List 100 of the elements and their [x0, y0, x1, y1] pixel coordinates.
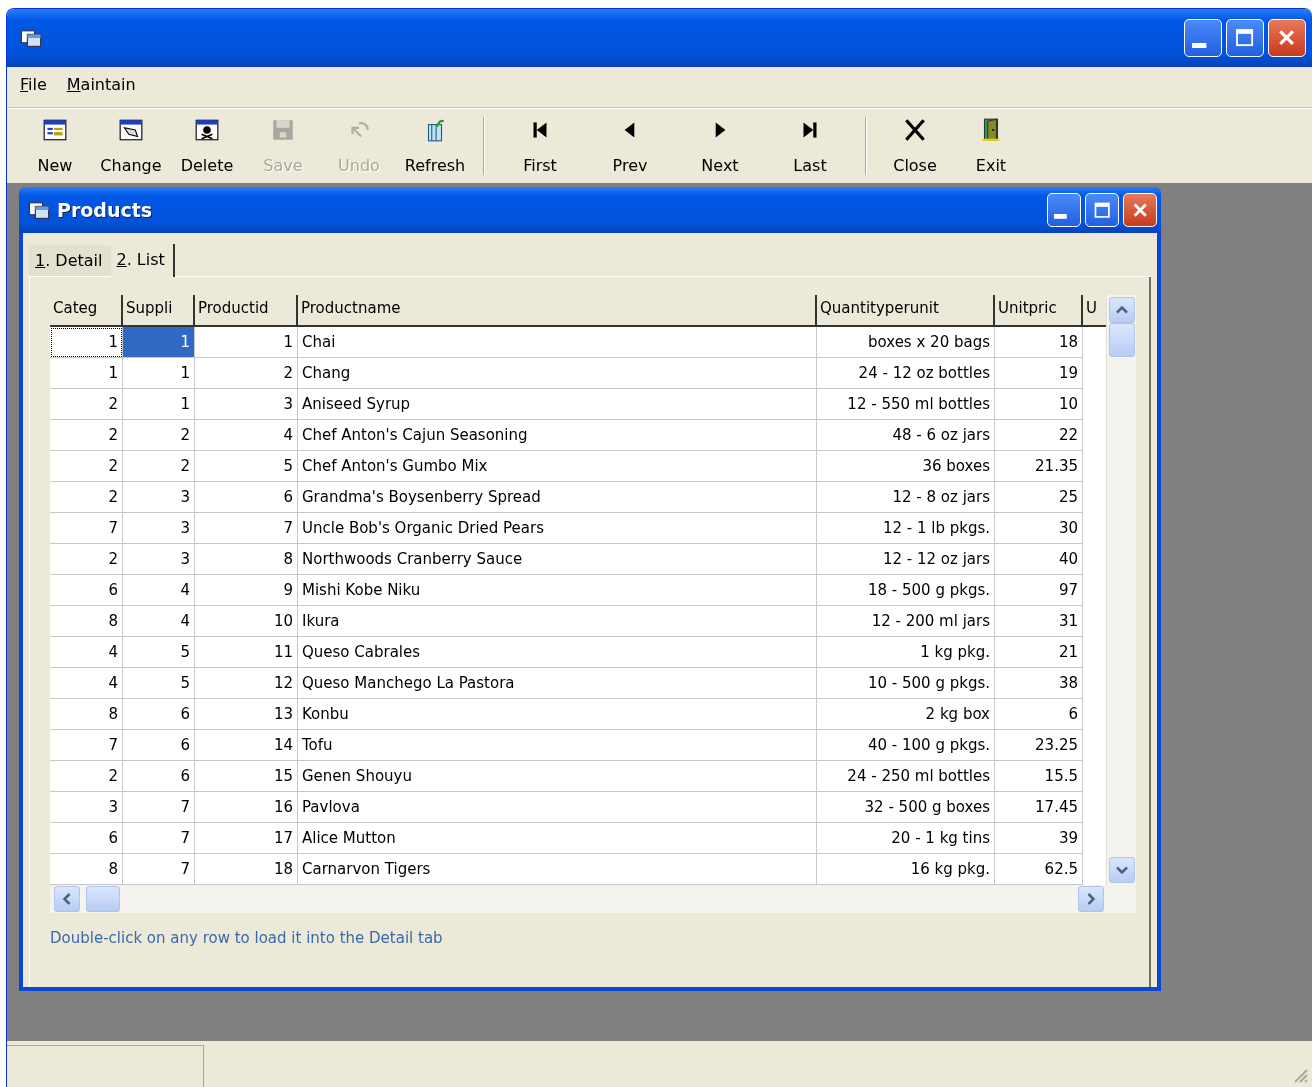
maximize-button[interactable] — [1085, 193, 1119, 227]
table-cell: boxes x 20 bags — [817, 327, 995, 358]
menu-item[interactable]: Maintain — [65, 75, 137, 99]
column-header[interactable]: U — [1083, 295, 1106, 327]
table-cell: 2 — [50, 482, 123, 513]
table-cell: Chang — [298, 358, 817, 389]
table-cell: 12 - 550 ml bottles — [817, 389, 995, 420]
table-cell: 2 — [123, 451, 195, 482]
table-cell: 24 - 12 oz bottles — [817, 358, 995, 389]
table-cell: 4 — [195, 420, 298, 451]
table-cell: Aniseed Syrup — [298, 389, 817, 420]
column-header[interactable]: Productname — [298, 295, 817, 327]
table-cell: 2 kg box — [817, 699, 995, 730]
table-cell: Genen Shouyu — [298, 761, 817, 792]
table-cell: 8 — [195, 544, 298, 575]
toolbar-button[interactable]: Exit — [953, 115, 1029, 177]
column-header[interactable]: Quantityperunit — [817, 295, 995, 327]
toolbar-button[interactable]: Last — [765, 115, 855, 177]
caret-right-icon — [1085, 893, 1097, 905]
table-cell: Chef Anton's Gumbo Mix — [298, 451, 817, 482]
table-cell: 31 — [995, 606, 1083, 637]
menu-item[interactable]: File — [19, 75, 48, 99]
table-cell: 12 - 200 ml jars — [817, 606, 995, 637]
table-cell: Ikura — [298, 606, 817, 637]
table-cell: Konbu — [298, 699, 817, 730]
pencil-window-icon — [118, 117, 144, 143]
scroll-thumb[interactable] — [86, 886, 120, 912]
close-button[interactable] — [1268, 19, 1306, 57]
table-cell: 3 — [50, 792, 123, 823]
maximize-button[interactable] — [1226, 19, 1264, 57]
scroll-left-button[interactable] — [54, 886, 80, 912]
hint-text: Double-click on any row to load it into the Detail tab — [50, 929, 444, 947]
table-cell: 8 — [50, 606, 123, 637]
table-cell: 22 — [995, 420, 1083, 451]
table-cell: Pavlova — [298, 792, 817, 823]
minimize-icon — [1192, 42, 1207, 49]
table-cell: 6 — [50, 575, 123, 606]
table-cell: Grandma's Boysenberry Spread — [298, 482, 817, 513]
scroll-up-button[interactable] — [1109, 297, 1135, 323]
table-cell: 39 — [995, 823, 1083, 854]
table-cell: 15.5 — [995, 761, 1083, 792]
table-cell: Northwoods Cranberry Sauce — [298, 544, 817, 575]
scroll-thumb[interactable] — [1109, 323, 1135, 357]
table-cell: 17 — [195, 823, 298, 854]
scroll-down-button[interactable] — [1109, 857, 1135, 883]
table-cell: Alice Mutton — [298, 823, 817, 854]
toolbar-button[interactable]: Delete — [169, 115, 245, 177]
table-cell: 4 — [50, 668, 123, 699]
table-cell: 18 - 500 g pkgs. — [817, 575, 995, 606]
table-cell: 5 — [123, 637, 195, 668]
close-icon — [902, 117, 928, 143]
toolbar-button[interactable]: Close — [877, 115, 953, 177]
table-cell: 10 — [195, 606, 298, 637]
table-cell: Queso Manchego La Pastora — [298, 668, 817, 699]
table-cell: 3 — [123, 482, 195, 513]
table-cell: 17.45 — [995, 792, 1083, 823]
toolbar-button[interactable]: Refresh — [397, 115, 473, 177]
table-cell: 2 — [123, 420, 195, 451]
toolbar-button[interactable]: Change — [93, 115, 169, 177]
table-cell: Tofu — [298, 730, 817, 761]
caret-up-icon — [1116, 304, 1128, 316]
table-cell: 12 - 8 oz jars — [817, 482, 995, 513]
table-cell: 1 — [50, 327, 123, 358]
scroll-right-button[interactable] — [1078, 886, 1104, 912]
toolbar-button[interactable]: Next — [675, 115, 765, 177]
table-cell: 3 — [195, 389, 298, 420]
table-cell: 6 — [123, 761, 195, 792]
table-cell: 36 boxes — [817, 451, 995, 482]
table-cell: 97 — [995, 575, 1083, 606]
table-cell: 48 - 6 oz jars — [817, 420, 995, 451]
table-cell: 24 - 250 ml bottles — [817, 761, 995, 792]
toolbar-button[interactable]: New — [17, 115, 93, 177]
table-cell: 2 — [50, 389, 123, 420]
table-cell: 6 — [123, 699, 195, 730]
table-cell: 21 — [995, 637, 1083, 668]
column-header[interactable]: Productid — [195, 295, 298, 327]
table-cell: 7 — [50, 513, 123, 544]
minimize-button[interactable] — [1047, 193, 1081, 227]
close-button[interactable] — [1123, 193, 1157, 227]
table-cell: Uncle Bob's Organic Dried Pears — [298, 513, 817, 544]
table-cell: 1 — [50, 358, 123, 389]
minimize-button[interactable] — [1184, 19, 1222, 57]
toolbar-button[interactable]: First — [495, 115, 585, 177]
column-header[interactable]: Unitpric — [995, 295, 1083, 327]
table-cell: 32 - 500 g boxes — [817, 792, 995, 823]
skull-icon — [194, 117, 220, 143]
column-header[interactable]: Categ — [50, 295, 123, 327]
table-cell: 19 — [995, 358, 1083, 389]
tab[interactable]: 1. Detail — [29, 245, 111, 277]
toolbar-button[interactable]: Prev — [585, 115, 675, 177]
minimize-icon — [1054, 214, 1068, 219]
table-cell: 18 — [995, 327, 1083, 358]
column-header[interactable]: Suppli — [123, 295, 195, 327]
table-cell: 40 - 100 g pkgs. — [817, 730, 995, 761]
table-cell: 7 — [123, 823, 195, 854]
table-cell: 10 - 500 g pkgs. — [817, 668, 995, 699]
table-cell: 1 kg pkg. — [817, 637, 995, 668]
table-cell: 4 — [123, 575, 195, 606]
table-cell: 6 — [123, 730, 195, 761]
table-cell: 20 - 1 kg tins — [817, 823, 995, 854]
